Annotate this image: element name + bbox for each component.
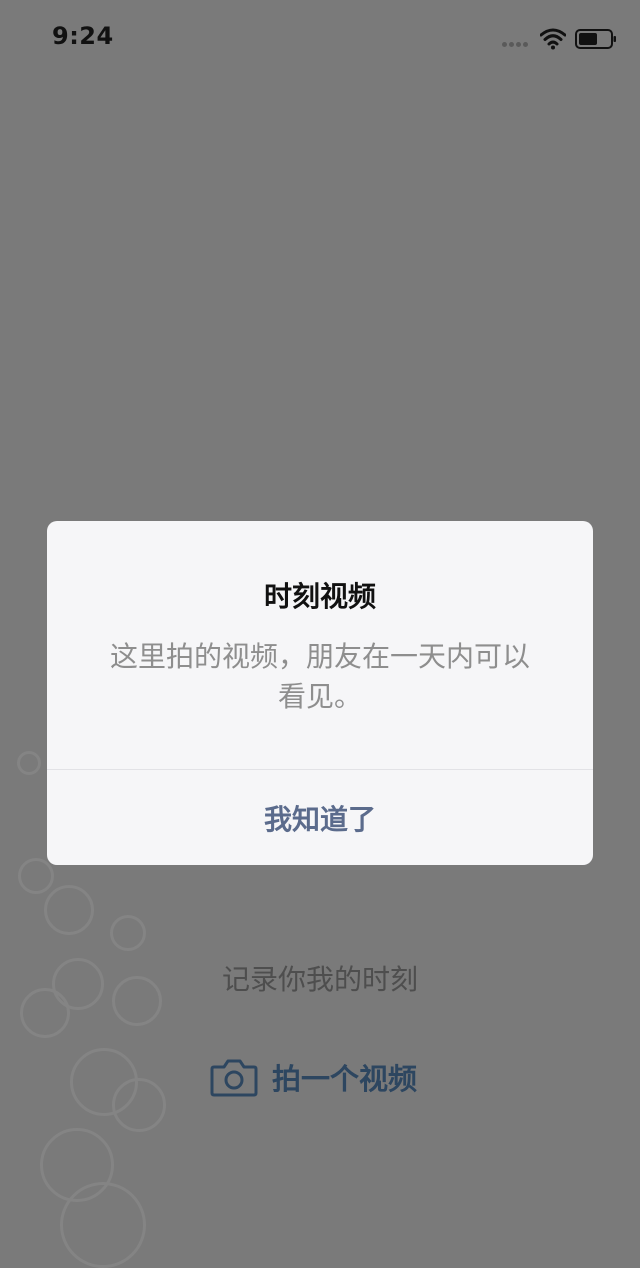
alert-dialog: 时刻视频 这里拍的视频，朋友在一天内可以看见。 我知道了 — [47, 521, 593, 865]
record-video-button[interactable]: 拍一个视频 — [210, 1054, 440, 1100]
dialog-message: 这里拍的视频，朋友在一天内可以看见。 — [109, 640, 530, 713]
bubble-decoration — [110, 915, 146, 951]
status-bar: 9:24 — [0, 0, 640, 80]
dialog-confirm-button[interactable]: 我知道了 — [47, 770, 593, 865]
bubble-decoration — [44, 885, 94, 935]
bubble-decoration — [112, 1078, 166, 1132]
bubble-decoration — [60, 1182, 146, 1268]
status-time: 9:24 — [52, 22, 114, 50]
battery-icon — [575, 29, 616, 49]
moments-caption: 记录你我的时刻 — [221, 963, 418, 996]
dialog-title: 时刻视频 — [263, 580, 376, 613]
cellular-signal-icon — [502, 42, 532, 48]
camera-icon — [210, 1059, 258, 1097]
bubble-decoration — [17, 751, 41, 775]
record-video-label: 拍一个视频 — [272, 1062, 418, 1096]
wifi-icon — [540, 28, 566, 50]
